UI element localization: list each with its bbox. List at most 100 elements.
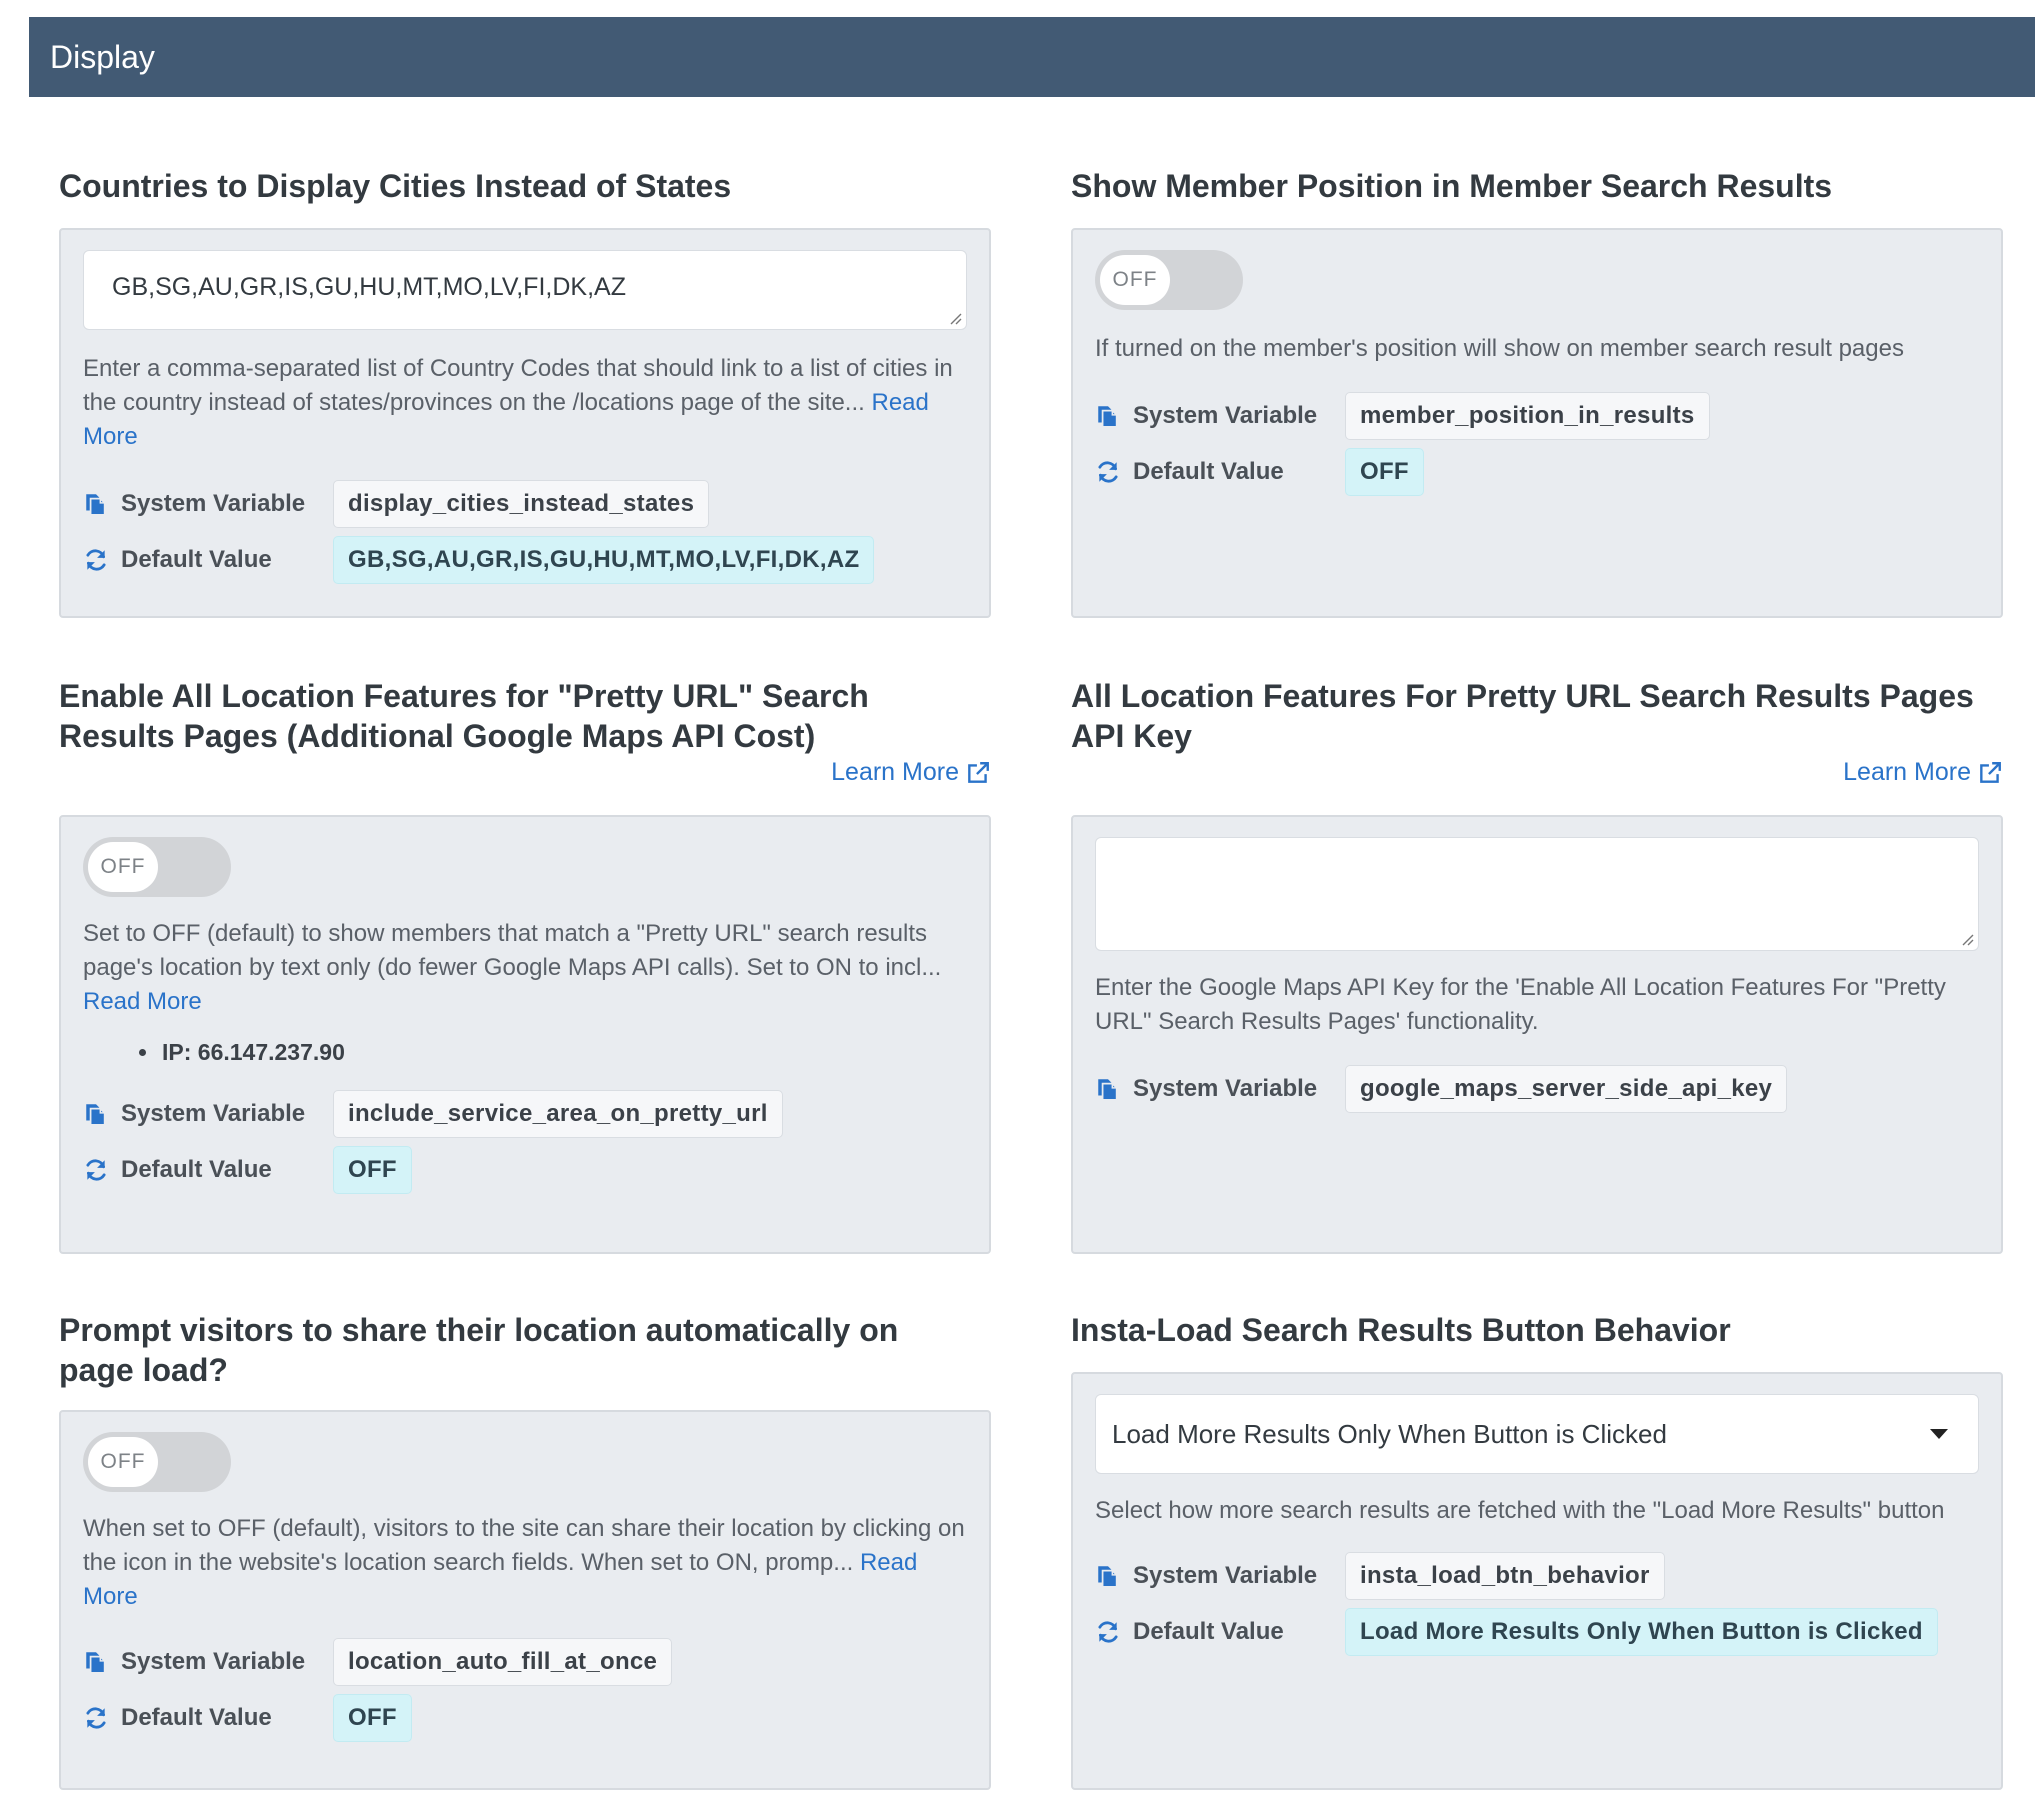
setting-title: Insta-Load Search Results Button Behavio… <box>1071 1312 1731 1348</box>
setting-card: OFF If turned on the member's position w… <box>1071 228 2003 618</box>
setting-title-line: Results Pages (Additional Google Maps AP… <box>59 718 816 754</box>
setting-title-line: API Key <box>1071 718 1192 754</box>
setting-title-line: All Location Features For Pretty URL Sea… <box>1071 678 1974 714</box>
pretty-url-toggle[interactable]: OFF <box>83 837 231 897</box>
system-variable-label-text: System Variable <box>121 1100 306 1127</box>
toggle-knob: OFF <box>88 1437 158 1487</box>
ip-text: IP: 66.147.237.90 <box>162 1039 345 1065</box>
copy-icon <box>83 1101 109 1127</box>
system-variable-label-text: System Variable <box>1133 1075 1318 1102</box>
system-variable-row: System Variable member_position_in_resul… <box>1095 388 1979 444</box>
system-variable-row: System Variable insta_load_btn_behavior <box>1095 1548 1979 1604</box>
member-position-toggle[interactable]: OFF <box>1095 250 1243 310</box>
system-variable-label-text: System Variable <box>121 1648 306 1675</box>
setting-title: Show Member Position in Member Search Re… <box>1071 168 1833 204</box>
countries-setting: Countries to Display Cities Instead of S… <box>59 166 991 618</box>
system-variable-label-text: System Variable <box>1133 1562 1318 1589</box>
setting-title-line: Enable All Location Features for "Pretty… <box>59 678 869 714</box>
insta-load-select[interactable]: Load More Results Only When Button is Cl… <box>1095 1394 1979 1474</box>
setting-title: Prompt visitors to share their location … <box>59 1310 991 1390</box>
chevron-down-icon <box>1930 1429 1948 1439</box>
setting-title: All Location Features For Pretty URL Sea… <box>1071 676 2003 756</box>
system-variable-label-text: System Variable <box>121 490 306 517</box>
default-value: Load More Results Only When Button is Cl… <box>1345 1608 1938 1656</box>
default-value-label-text: Default Value <box>1133 1618 1284 1645</box>
default-value-label: Default Value <box>83 1704 333 1732</box>
default-value-row: Default Value Load More Results Only Whe… <box>1095 1604 1979 1660</box>
section-title: Display <box>50 38 155 75</box>
api-key-textarea[interactable] <box>1095 837 1979 951</box>
system-variable-row: System Variable display_cities_instead_s… <box>83 476 967 532</box>
system-variable-value: location_auto_fill_at_once <box>333 1638 673 1686</box>
default-value-row: Default Value OFF <box>83 1690 967 1746</box>
prompt-location-toggle[interactable]: OFF <box>83 1432 231 1492</box>
pretty-url-setting: Enable All Location Features for "Pretty… <box>59 676 991 1254</box>
select-value: Load More Results Only When Button is Cl… <box>1112 1418 1667 1449</box>
default-value: OFF <box>333 1146 412 1194</box>
system-variable-label: System Variable <box>1095 402 1345 430</box>
ip-bullet: IP: 66.147.237.90 <box>139 1039 967 1066</box>
refresh-icon <box>83 1705 109 1731</box>
default-value-label-text: Default Value <box>121 1156 272 1183</box>
refresh-icon <box>83 547 109 573</box>
default-value-row: Default Value OFF <box>1095 444 1979 500</box>
toggle-knob: OFF <box>1100 255 1170 305</box>
default-value-label-text: Default Value <box>121 546 272 573</box>
default-value-label-text: Default Value <box>1133 458 1284 485</box>
system-variable-value: member_position_in_results <box>1345 392 1710 440</box>
default-value-label: Default Value <box>1095 1618 1345 1646</box>
copy-icon <box>83 1649 109 1675</box>
system-variable-row: System Variable include_service_area_on_… <box>83 1086 967 1142</box>
system-variable-label: System Variable <box>83 1648 333 1676</box>
default-value: OFF <box>1345 448 1424 496</box>
copy-icon <box>1095 1076 1121 1102</box>
external-link-icon <box>1977 760 2003 786</box>
learn-more-link[interactable]: Learn More <box>1843 758 2003 787</box>
api-key-setting: All Location Features For Pretty URL Sea… <box>1071 676 2003 1254</box>
copy-icon <box>83 491 109 517</box>
learn-more-text: Learn More <box>1843 758 1971 786</box>
default-value-label: Default Value <box>83 1156 333 1184</box>
setting-title: Countries to Display Cities Instead of S… <box>59 168 732 204</box>
setting-card: Enter the Google Maps API Key for the 'E… <box>1071 815 2003 1254</box>
system-variable-value: insta_load_btn_behavior <box>1345 1552 1665 1600</box>
bullet-dot <box>139 1049 146 1056</box>
setting-description: Enter the Google Maps API Key for the 'E… <box>1095 974 1946 1035</box>
default-value-row: Default Value OFF <box>83 1142 967 1198</box>
default-value-label: Default Value <box>83 546 333 574</box>
refresh-icon <box>1095 1619 1121 1645</box>
system-variable-value: display_cities_instead_states <box>333 480 710 528</box>
description-text: Enter a comma-separated list of Country … <box>83 355 953 416</box>
refresh-icon <box>83 1157 109 1183</box>
prompt-location-setting: Prompt visitors to share their location … <box>59 1310 991 1790</box>
description-text: Set to OFF (default) to show members tha… <box>83 920 942 981</box>
system-variable-value: google_maps_server_side_api_key <box>1345 1065 1788 1113</box>
setting-description: If turned on the member's position will … <box>1095 335 1904 362</box>
member-position-setting: Show Member Position in Member Search Re… <box>1071 166 2003 618</box>
resize-grip-icon[interactable] <box>948 311 962 325</box>
default-value: OFF <box>333 1694 412 1742</box>
system-variable-label-text: System Variable <box>1133 402 1318 429</box>
setting-title-line: Prompt visitors to share their location … <box>59 1312 899 1348</box>
textarea-value: GB,SG,AU,GR,IS,GU,HU,MT,MO,LV,FI,DK,AZ <box>112 273 626 301</box>
default-value: GB,SG,AU,GR,IS,GU,HU,MT,MO,LV,FI,DK,AZ <box>333 536 875 584</box>
setting-title: Enable All Location Features for "Pretty… <box>59 676 991 756</box>
toggle-knob: OFF <box>88 842 158 892</box>
copy-icon <box>1095 403 1121 429</box>
read-more-link[interactable]: Read More <box>83 988 202 1015</box>
learn-more-link[interactable]: Learn More <box>831 758 991 787</box>
system-variable-row: System Variable location_auto_fill_at_on… <box>83 1634 967 1690</box>
default-value-row: Default Value GB,SG,AU,GR,IS,GU,HU,MT,MO… <box>83 532 967 588</box>
system-variable-label: System Variable <box>1095 1075 1345 1103</box>
setting-card: Load More Results Only When Button is Cl… <box>1071 1372 2003 1790</box>
description-text: When set to OFF (default), visitors to t… <box>83 1515 965 1576</box>
setting-card: GB,SG,AU,GR,IS,GU,HU,MT,MO,LV,FI,DK,AZ E… <box>59 228 991 618</box>
setting-description: Set to OFF (default) to show members tha… <box>83 917 967 1019</box>
resize-grip-icon[interactable] <box>1960 932 1974 946</box>
section-header: Display <box>29 17 2035 97</box>
system-variable-row: System Variable google_maps_server_side_… <box>1095 1061 1979 1117</box>
learn-more-text: Learn More <box>831 758 959 786</box>
countries-textarea[interactable]: GB,SG,AU,GR,IS,GU,HU,MT,MO,LV,FI,DK,AZ <box>83 250 967 330</box>
setting-card: OFF When set to OFF (default), visitors … <box>59 1410 991 1790</box>
default-value-label: Default Value <box>1095 458 1345 486</box>
